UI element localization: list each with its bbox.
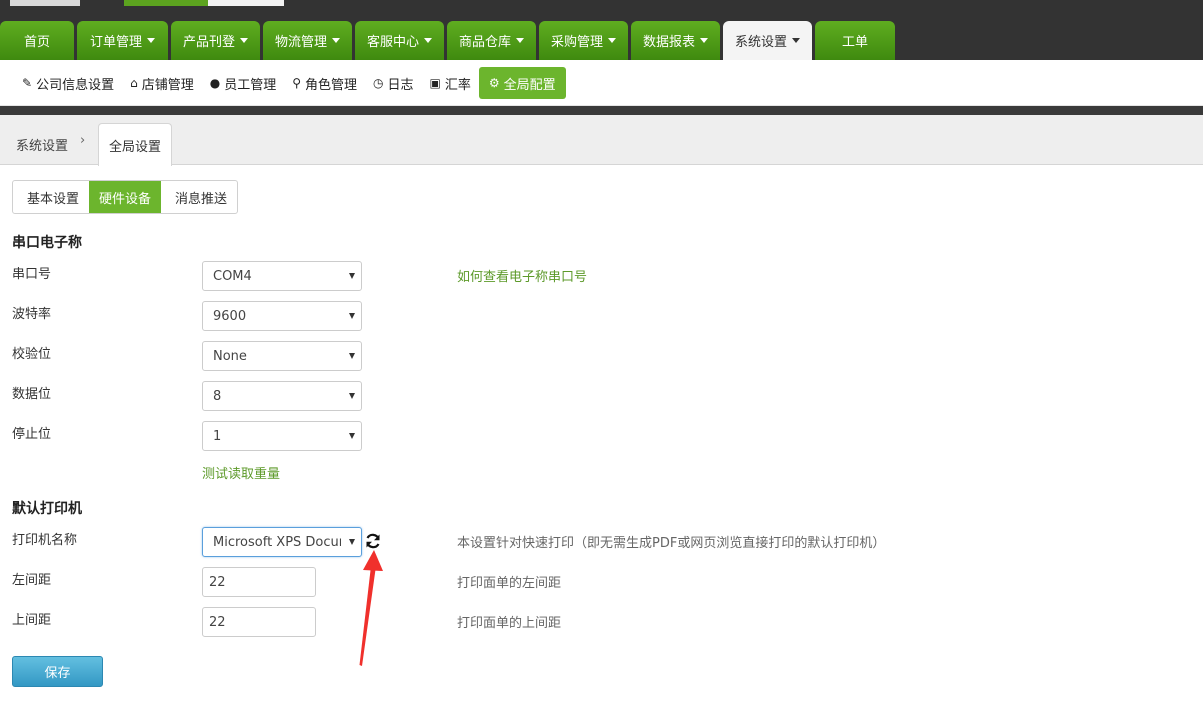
printer-section-title: 默认打印机 — [12, 501, 82, 517]
chevron-down-icon — [332, 38, 341, 43]
databits-label: 数据位 — [12, 387, 52, 402]
gear-icon: ⚙ — [488, 76, 500, 90]
select-arrow-icon — [349, 273, 355, 279]
breadcrumb-current-tab[interactable]: 全局设置 — [98, 123, 172, 166]
logo — [10, 0, 80, 6]
breadcrumb-root[interactable]: 系统设置 — [16, 135, 68, 154]
stopbits-label: 停止位 — [12, 427, 52, 442]
chevron-down-icon — [516, 38, 525, 43]
subnav-logs[interactable]: ◷ 日志 — [365, 67, 422, 99]
edit-icon: ✎ — [22, 76, 33, 90]
databits-select[interactable]: 8 — [202, 381, 362, 411]
nav-tab-system-settings[interactable]: 系统设置 — [723, 21, 812, 60]
money-icon: ▣ — [429, 76, 441, 90]
left-margin-input[interactable] — [202, 567, 316, 597]
nav-tab-warehouse[interactable]: 商品仓库 — [447, 21, 536, 60]
subnav-company-info[interactable]: ✎ 公司信息设置 — [14, 67, 122, 99]
printer-select[interactable]: Microsoft XPS Document Writer — [202, 527, 362, 557]
subnav-employees[interactable]: ● 员工管理 — [202, 67, 285, 99]
stopbits-select[interactable]: 1 — [202, 421, 362, 451]
nav-tab-tickets[interactable]: 工单 — [815, 21, 895, 60]
left-margin-label: 左间距 — [12, 573, 52, 588]
header-white-block — [208, 0, 284, 6]
nav-tab-purchasing[interactable]: 采购管理 — [539, 21, 628, 60]
chevron-down-icon — [424, 38, 433, 43]
select-arrow-icon — [349, 353, 355, 359]
printer-name-label: 打印机名称 — [12, 533, 78, 548]
chevron-right-icon: › — [80, 133, 86, 148]
breadcrumb: 系统设置 › 全局设置 — [0, 115, 1203, 166]
nav-tab-reports[interactable]: 数据报表 — [631, 21, 720, 60]
top-margin-label: 上间距 — [12, 613, 52, 628]
nav-tab-home[interactable]: 首页 — [0, 21, 74, 60]
left-margin-hint: 打印面单的左间距 — [457, 576, 562, 591]
chevron-down-icon — [147, 38, 155, 43]
subnav-exchange-rate[interactable]: ▣ 汇率 — [422, 67, 479, 99]
port-help-link[interactable]: 如何查看电子称串口号 — [457, 266, 587, 285]
chevron-down-icon — [240, 38, 249, 43]
main-nav-tabs: 首页 订单管理 产品刊登 物流管理 客服中心 商品仓库 采购管理 数据报表 系统… — [0, 21, 898, 60]
tab-message-push[interactable]: 消息推送 — [161, 181, 237, 213]
tab-hardware-devices[interactable]: 硬件设备 — [89, 181, 162, 213]
nav-tab-listing[interactable]: 产品刊登 — [171, 21, 260, 60]
select-arrow-icon — [349, 539, 355, 545]
subnav-global-config[interactable]: ⚙ 全局配置 — [478, 67, 566, 99]
top-margin-hint: 打印面单的上间距 — [457, 616, 562, 631]
parity-label: 校验位 — [12, 347, 52, 362]
select-arrow-icon — [349, 393, 355, 399]
refresh-icon[interactable] — [364, 532, 382, 550]
settings-sub-navigation: ✎ 公司信息设置 ⌂ 店铺管理 ● 员工管理 ⚲ 角色管理 ◷ 日志 ▣ 汇率 ⚙ 全局配置 — [0, 60, 1203, 106]
nav-tab-logistics[interactable]: 物流管理 — [263, 21, 352, 60]
chevron-down-icon — [792, 38, 801, 43]
port-select[interactable]: COM4 — [202, 261, 362, 291]
home-icon: ⌂ — [130, 76, 138, 90]
user-icon: ● — [209, 76, 221, 90]
clock-icon: ◷ — [373, 76, 384, 90]
divider-strip — [0, 106, 1203, 115]
top-margin-input[interactable] — [202, 607, 316, 637]
baud-select[interactable]: 9600 — [202, 301, 362, 331]
baud-label: 波特率 — [12, 307, 52, 322]
chevron-down-icon — [608, 38, 617, 43]
nav-tab-orders[interactable]: 订单管理 — [77, 21, 168, 60]
select-arrow-icon — [349, 433, 355, 439]
test-weight-link[interactable]: 测试读取重量 — [202, 463, 280, 482]
settings-tabs: 基本设置 硬件设备 消息推送 — [12, 180, 239, 214]
port-label: 串口号 — [12, 267, 52, 282]
printer-name-hint: 本设置针对快速打印（即无需生成PDF或网页浏览直接打印的默认打印机） — [457, 536, 886, 551]
subnav-roles[interactable]: ⚲ 角色管理 — [284, 67, 365, 99]
subnav-shops[interactable]: ⌂ 店铺管理 — [122, 67, 202, 99]
scale-section-title: 串口电子称 — [12, 235, 82, 251]
save-button[interactable]: 保存 — [12, 656, 103, 687]
parity-select[interactable]: None — [202, 341, 362, 371]
key-icon: ⚲ — [292, 76, 302, 90]
top-navigation-bar: 首页 订单管理 产品刊登 物流管理 客服中心 商品仓库 采购管理 数据报表 系统… — [0, 0, 1203, 60]
header-green-block — [124, 0, 208, 6]
nav-tab-customer-service[interactable]: 客服中心 — [355, 21, 444, 60]
chevron-down-icon — [700, 38, 709, 43]
select-arrow-icon — [349, 313, 355, 319]
tab-basic-settings[interactable]: 基本设置 — [13, 181, 89, 213]
